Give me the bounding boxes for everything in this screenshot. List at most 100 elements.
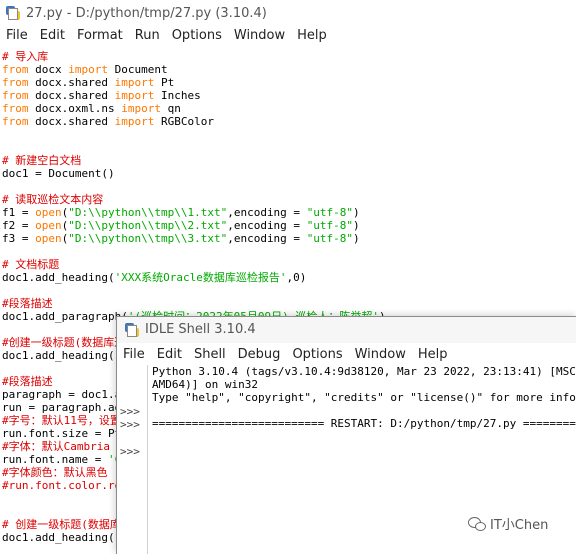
code-token: open [35,206,62,219]
shell-window-title: IDLE Shell 3.10.4 [145,322,256,337]
code-line: from docx import Document [0,63,576,76]
code-line: from docx.oxml.ns import qn [0,102,576,115]
code-token: Pt [154,76,175,89]
code-token: Document [108,63,168,76]
shell-title-bar: IDLE Shell 3.10.4 [117,317,576,343]
code-token: run.font.name = [2,453,108,466]
wechat-icon [468,516,486,531]
shell-output-line: Python 3.10.4 (tags/v3.10.4:9d38120, Mar… [152,365,576,378]
code-line: # 读取巡检文本内容 [0,193,576,206]
code-line: # 新建空白文档 [0,154,576,167]
code-token: docx.oxml.ns [28,102,122,115]
code-token: ) [353,219,360,232]
code-line: f1 = open("D:\\python\\tmp\\1.txt",encod… [0,206,576,219]
code-line: # 文档标题 [0,258,576,271]
code-token: from [2,63,29,76]
shell-menu-window[interactable]: Window [349,347,412,362]
shell-prompt-gutter: >>> >>> >>> [117,365,148,554]
code-line: doc1.add_heading('XXX系统Oracle数据库巡检报告',0) [0,271,576,284]
code-token: ) [353,232,360,245]
editor-menu-format[interactable]: Format [71,28,129,43]
code-token: doc1.add_paragraph( [2,310,128,323]
code-token: from [2,89,29,102]
code-token: "utf-8" [306,219,354,232]
watermark-text: IT小Chen [490,518,549,533]
code-token: # 读取巡检文本内容 [2,193,104,206]
code-token: "D:\\python\\tmp\\2.txt" [68,219,228,232]
code-token: ,0) [286,271,307,284]
code-line: f3 = open("D:\\python\\tmp\\3.txt",encod… [0,232,576,245]
code-line: f2 = open("D:\\python\\tmp\\2.txt",encod… [0,219,576,232]
code-token: "D:\\python\\tmp\\1.txt" [68,206,228,219]
shell-prompt: >>> [120,405,140,418]
editor-menu-edit[interactable]: Edit [34,28,71,43]
code-token: # 导入库 [2,50,49,63]
code-token: 'XXX系统Oracle数据库巡检报告' [114,271,287,284]
code-token: #段落描述 [2,375,53,388]
shell-menu-shell[interactable]: Shell [188,347,232,362]
code-line: #段落描述 [0,297,576,310]
code-token: import [68,63,108,76]
code-token: f1 = [2,206,36,219]
editor-menu-run[interactable]: Run [129,28,166,43]
code-token: import [114,115,155,128]
code-token: docx.shared [28,76,115,89]
shell-output-line: Type "help", "copyright", "credits" or "… [152,391,576,404]
shell-menu-file[interactable]: File [117,347,151,362]
shell-output-line: AMD64)] on win32 [152,378,258,391]
code-token: "utf-8" [306,232,354,245]
shell-menu-bar: File Edit Shell Debug Options Window Help [117,347,454,362]
code-token: doc1.add_heading( [2,349,115,362]
code-token: docx [28,63,69,76]
code-token: ,encoding = [227,206,307,219]
editor-window-title: 27.py - D:/python/tmp/27.py (3.10.4) [26,6,267,21]
code-token: #段落描述 [2,297,53,310]
code-token: doc1 = Document() [2,167,115,180]
editor-menu-options[interactable]: Options [166,28,228,43]
code-token: #字体颜色：默认黑色 [2,466,108,479]
code-token: # 文档标题 [2,258,60,271]
code-token: open [35,219,62,232]
wechat-watermark: IT小Chen [468,514,548,533]
code-token: ) [353,206,360,219]
code-token: doc1.add_heading( [2,531,115,544]
idle-shell-icon [125,323,139,337]
code-token: "utf-8" [306,206,354,219]
code-token: docx.shared [28,89,115,102]
code-token: from [2,102,29,115]
shell-menu-debug[interactable]: Debug [232,347,287,362]
code-token: ,encoding = [227,219,307,232]
code-token: from [2,115,29,128]
code-line: from docx.shared import RGBColor [0,115,576,128]
code-token: # 新建空白文档 [2,154,82,167]
code-token: docx.shared [28,115,115,128]
editor-menu-window[interactable]: Window [228,28,291,43]
idle-python-icon [6,6,20,20]
code-token: import [114,89,155,102]
editor-menu-help[interactable]: Help [291,28,333,43]
code-token: qn [160,102,181,115]
shell-prompt: >>> [120,418,140,431]
code-token: ,encoding = [227,232,307,245]
shell-menu-edit[interactable]: Edit [151,347,188,362]
code-token: "D:\\python\\tmp\\3.txt" [68,232,228,245]
editor-title-bar: 27.py - D:/python/tmp/27.py (3.10.4) [0,0,576,28]
code-token: RGBColor [154,115,214,128]
code-token: f2 = [2,219,36,232]
code-token: from [2,76,29,89]
shell-menu-help[interactable]: Help [412,347,454,362]
code-token: Inches [154,89,201,102]
editor-menu-bar: File Edit Format Run Options Window Help [0,28,333,43]
shell-menu-options[interactable]: Options [286,347,348,362]
editor-menu-file[interactable]: File [0,28,34,43]
code-token: doc1.add_heading( [2,271,115,284]
code-line: doc1 = Document() [0,167,576,180]
code-line: from docx.shared import Inches [0,89,576,102]
code-line: from docx.shared import Pt [0,76,576,89]
code-token: open [35,232,62,245]
shell-output-line [152,404,576,417]
